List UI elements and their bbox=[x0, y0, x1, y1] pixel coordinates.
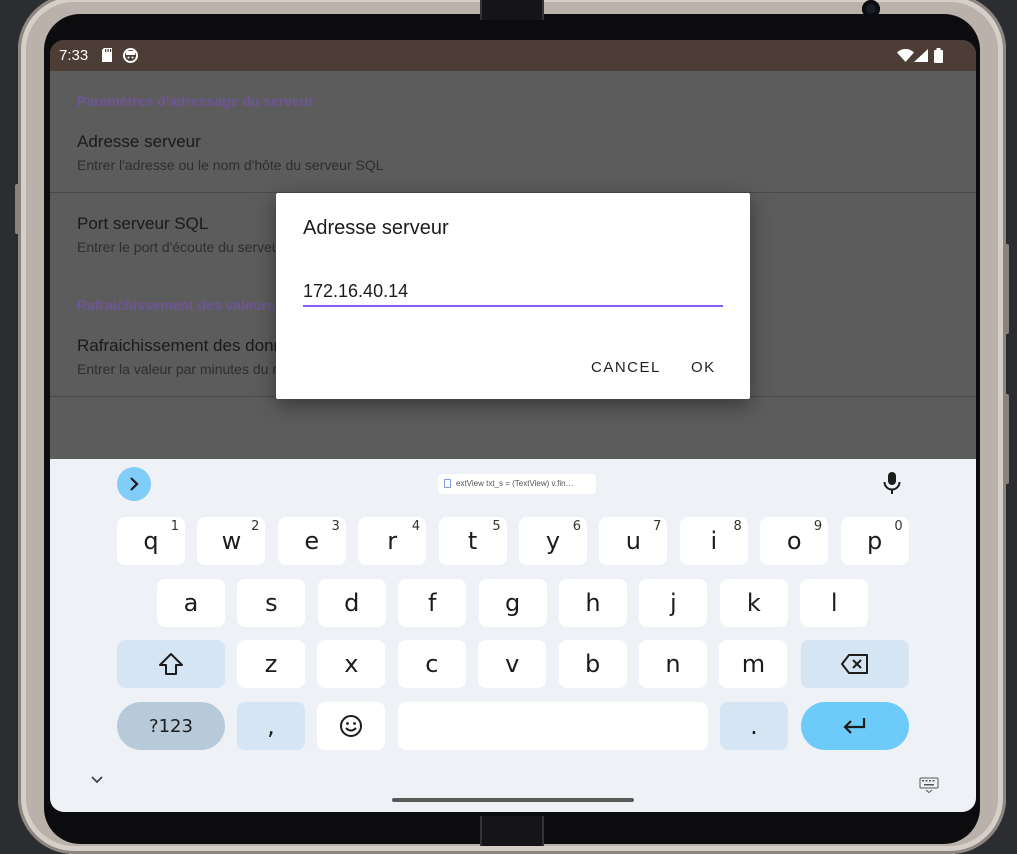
key-j[interactable]: j bbox=[639, 579, 708, 627]
backspace-icon bbox=[841, 654, 868, 674]
wifi-icon bbox=[897, 49, 914, 62]
key-label: e bbox=[304, 527, 320, 555]
key-q[interactable]: q1 bbox=[117, 517, 185, 565]
key-y[interactable]: y6 bbox=[519, 517, 587, 565]
key-hint: 5 bbox=[492, 519, 501, 534]
key-hint: 9 bbox=[813, 519, 823, 534]
key-hint: 4 bbox=[411, 519, 421, 534]
camera-icon bbox=[862, 0, 880, 18]
dialog-title: Adresse serveur bbox=[303, 217, 449, 239]
key-r[interactable]: r4 bbox=[358, 517, 427, 565]
key-hint: 3 bbox=[331, 519, 340, 534]
key-e[interactable]: e3 bbox=[277, 517, 346, 565]
status-time: 7:33 bbox=[59, 47, 89, 64]
enter-icon bbox=[843, 718, 866, 734]
pref-server-address-title: Adresse serveur bbox=[77, 132, 201, 151]
server-address-input[interactable] bbox=[303, 277, 723, 307]
key-f[interactable]: f bbox=[398, 579, 467, 627]
emoji-icon bbox=[340, 715, 362, 737]
status-bar: 7:33 bbox=[50, 40, 976, 71]
key-label: r bbox=[387, 527, 398, 555]
key-hint: 1 bbox=[170, 519, 179, 534]
key-b[interactable]: b bbox=[558, 640, 627, 688]
key-i[interactable]: i8 bbox=[679, 517, 748, 565]
key-label: t bbox=[467, 527, 478, 555]
cancel-button[interactable]: CANCEL bbox=[591, 359, 661, 376]
battery-icon bbox=[934, 48, 943, 63]
key-t[interactable]: t5 bbox=[438, 517, 507, 565]
category-refresh: Rafraichissement des valeurs bbox=[77, 297, 275, 313]
key-label: q bbox=[143, 527, 159, 555]
key-label: u bbox=[625, 527, 641, 555]
comma-key[interactable]: , bbox=[237, 702, 305, 750]
shift-key[interactable] bbox=[117, 640, 225, 688]
key-s[interactable]: s bbox=[237, 579, 306, 627]
space-key[interactable] bbox=[398, 702, 708, 750]
key-a[interactable]: a bbox=[157, 579, 225, 627]
pref-sql-port-title: Port serveur SQL bbox=[77, 214, 209, 233]
key-hint: 8 bbox=[733, 519, 742, 534]
microphone-icon[interactable] bbox=[882, 471, 902, 495]
key-u[interactable]: u7 bbox=[599, 517, 668, 565]
key-n[interactable]: n bbox=[639, 640, 707, 688]
key-l[interactable]: l bbox=[800, 579, 869, 627]
key-k[interactable]: k bbox=[719, 579, 788, 627]
clipboard-suggestion[interactable]: extView txt_s = (TextView) v.fin… bbox=[438, 474, 596, 494]
emoji-key[interactable] bbox=[317, 702, 385, 750]
settings-screen: Paramètres d'adressage du serveur Adress… bbox=[50, 71, 976, 459]
key-c[interactable]: c bbox=[397, 640, 466, 688]
key-label: p bbox=[866, 527, 883, 555]
enter-key[interactable] bbox=[801, 702, 909, 750]
clipboard-text: extView txt_s = (TextView) v.fin… bbox=[456, 479, 574, 488]
shift-icon bbox=[159, 653, 183, 675]
key-hint: 0 bbox=[894, 519, 903, 534]
key-hint: 7 bbox=[653, 519, 662, 534]
smiley-notification-icon bbox=[123, 48, 138, 63]
key-h[interactable]: h bbox=[559, 579, 627, 627]
chevron-down-icon[interactable] bbox=[90, 775, 104, 785]
ok-button[interactable]: OK bbox=[691, 359, 716, 376]
symbols-key[interactable]: ?123 bbox=[117, 702, 225, 750]
chevron-right-icon bbox=[130, 477, 139, 491]
key-z[interactable]: z bbox=[237, 640, 305, 688]
screen: 7:33 Paramètres d'adressage du serveur A… bbox=[50, 40, 976, 812]
keyboard: extView txt_s = (TextView) v.fin… q1w2e3… bbox=[50, 459, 976, 812]
key-label: i bbox=[710, 527, 718, 555]
signal-icon bbox=[914, 49, 928, 62]
key-hint: 6 bbox=[572, 519, 581, 534]
server-address-dialog: Adresse serveur CANCEL OK bbox=[276, 193, 750, 399]
key-w[interactable]: w2 bbox=[197, 517, 266, 565]
pref-server-address-summary: Entrer l'adresse ou le nom d'hôte du ser… bbox=[77, 157, 384, 173]
key-v[interactable]: v bbox=[478, 640, 547, 688]
period-key[interactable]: . bbox=[720, 702, 788, 750]
key-hint: 2 bbox=[251, 519, 260, 534]
home-indicator[interactable] bbox=[392, 798, 634, 802]
key-x[interactable]: x bbox=[317, 640, 386, 688]
category-addressing: Paramètres d'adressage du serveur bbox=[77, 93, 314, 109]
hinge-top bbox=[480, 0, 544, 20]
key-p[interactable]: p0 bbox=[840, 517, 909, 565]
keyboard-switch-icon[interactable] bbox=[919, 777, 939, 793]
key-g[interactable]: g bbox=[478, 579, 547, 627]
clipboard-icon bbox=[444, 479, 451, 488]
backspace-key[interactable] bbox=[801, 640, 909, 688]
key-label: y bbox=[545, 527, 561, 555]
key-m[interactable]: m bbox=[719, 640, 788, 688]
key-label: o bbox=[786, 527, 802, 555]
sd-card-icon bbox=[102, 48, 112, 62]
expand-toolbar-button[interactable] bbox=[117, 467, 151, 501]
key-o[interactable]: o9 bbox=[760, 517, 829, 565]
key-d[interactable]: d bbox=[317, 579, 386, 627]
key-label: w bbox=[221, 527, 242, 555]
